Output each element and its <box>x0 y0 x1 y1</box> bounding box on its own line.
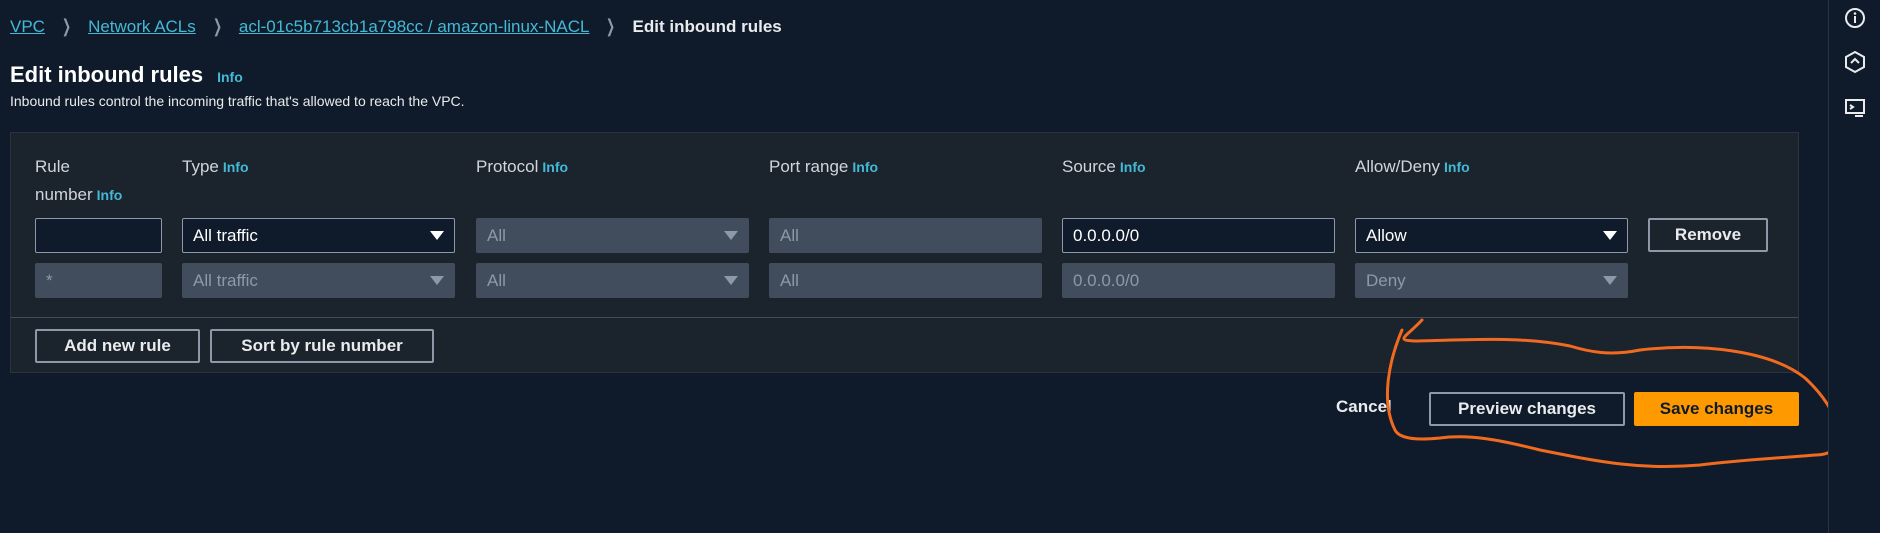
default-type-select: All traffic <box>182 263 455 298</box>
preview-changes-button[interactable]: Preview changes <box>1429 392 1625 426</box>
header-source-label: Source <box>1062 157 1116 176</box>
add-new-rule-button[interactable]: Add new rule <box>35 329 200 363</box>
default-allow-deny-select: Deny <box>1355 263 1628 298</box>
header-protocol: Protocol Info <box>476 153 568 181</box>
protocol-select-value: All <box>487 225 506 245</box>
header-port-range: Port range Info <box>769 153 878 181</box>
caret-down-icon <box>1603 231 1617 240</box>
header-port-range-label: Port range <box>769 157 849 176</box>
source-input[interactable]: 0.0.0.0/0 <box>1062 218 1335 253</box>
chevron-right-icon: ❯ <box>212 16 222 36</box>
panel-divider <box>11 317 1798 318</box>
info-icon[interactable] <box>1843 6 1867 30</box>
save-changes-button[interactable]: Save changes <box>1634 392 1799 426</box>
header-rule-label: Rule <box>35 157 70 176</box>
page-header: Edit inbound rules Info <box>10 62 243 88</box>
header-allow-deny: Allow/Deny Info <box>1355 153 1470 181</box>
allow-deny-select-value: Allow <box>1366 225 1407 245</box>
default-source: 0.0.0.0/0 <box>1062 263 1335 298</box>
sort-by-rule-number-button[interactable]: Sort by rule number <box>210 329 434 363</box>
cancel-link[interactable]: Cancel <box>1336 397 1392 417</box>
page-title: Edit inbound rules <box>10 62 204 87</box>
feedback-icon[interactable] <box>1843 96 1867 120</box>
rule-number-info-link[interactable]: Info <box>97 187 123 203</box>
allow-deny-info-link[interactable]: Info <box>1444 159 1470 175</box>
chevron-right-icon: ❯ <box>606 16 616 36</box>
breadcrumb-current: Edit inbound rules <box>632 16 782 36</box>
caret-down-icon <box>1603 276 1617 285</box>
default-type-value: All traffic <box>193 270 258 290</box>
type-select[interactable]: All traffic <box>182 218 455 253</box>
header-protocol-label: Protocol <box>476 157 539 176</box>
breadcrumb-network-acls-link[interactable]: Network ACLs <box>88 17 196 37</box>
remove-rule-button[interactable]: Remove <box>1648 218 1768 252</box>
allow-deny-select[interactable]: Allow <box>1355 218 1628 253</box>
port-range-info-link[interactable]: Info <box>852 159 878 175</box>
page-description: Inbound rules control the incoming traff… <box>10 93 465 109</box>
caret-down-icon <box>430 276 444 285</box>
header-type-label: Type <box>182 157 219 176</box>
breadcrumb-acl-link[interactable]: acl-01c5b713cb1a798cc / amazon-linux-NAC… <box>239 17 590 37</box>
default-protocol-select: All <box>476 263 749 298</box>
settings-hex-icon[interactable] <box>1843 50 1867 74</box>
port-range-input: All <box>769 218 1042 253</box>
default-rule-number: * <box>35 263 162 298</box>
caret-down-icon <box>724 276 738 285</box>
default-port-range: All <box>769 263 1042 298</box>
inbound-rules-panel: Rule number Info Type Info Protocol Info Po… <box>10 132 1799 373</box>
side-rail <box>1828 0 1880 533</box>
chevron-right-icon: ❯ <box>61 16 72 36</box>
default-protocol-value: All <box>487 270 506 290</box>
type-info-link[interactable]: Info <box>223 159 249 175</box>
header-rule-number: Rule number Info <box>35 153 122 209</box>
header-number-label: number <box>35 185 93 204</box>
page-info-link[interactable]: Info <box>217 69 243 85</box>
rule-number-input[interactable] <box>35 218 162 253</box>
header-allow-deny-label: Allow/Deny <box>1355 157 1441 176</box>
breadcrumb: VPC ❯ Network ACLs ❯ acl-01c5b713cb1a798… <box>10 16 782 37</box>
source-info-link[interactable]: Info <box>1120 159 1146 175</box>
header-source: Source Info <box>1062 153 1146 181</box>
default-allow-deny-value: Deny <box>1366 270 1406 290</box>
type-select-value: All traffic <box>193 225 258 245</box>
header-type: Type Info <box>182 153 249 181</box>
caret-down-icon <box>430 231 444 240</box>
breadcrumb-vpc-link[interactable]: VPC <box>10 17 45 37</box>
protocol-info-link[interactable]: Info <box>542 159 568 175</box>
protocol-select: All <box>476 218 749 253</box>
caret-down-icon <box>724 231 738 240</box>
